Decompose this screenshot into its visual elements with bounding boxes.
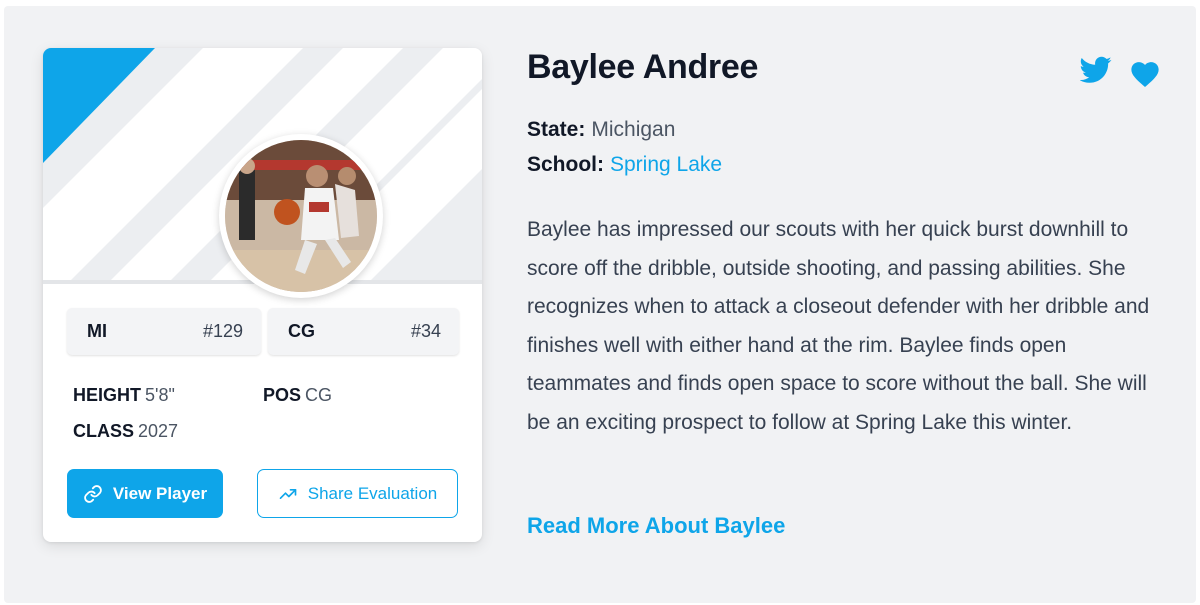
view-player-button[interactable]: View Player: [67, 469, 223, 518]
view-player-label: View Player: [112, 483, 208, 503]
state-ranking: MI #129: [67, 308, 261, 355]
player-avatar: [219, 134, 383, 298]
position-ranking: CG #34: [268, 308, 459, 355]
state-line: State: Michigan: [527, 118, 675, 142]
school-line: School: Spring Lake: [527, 153, 722, 177]
state-ranking-label: MI: [87, 321, 107, 341]
player-name: Baylee Andree: [527, 48, 759, 86]
state-ranking-value: #129: [202, 321, 243, 341]
class-label: CLASS: [73, 421, 135, 441]
pos-label: POS: [263, 385, 302, 405]
class-attribute: CLASS 2027: [73, 421, 178, 442]
trending-up-icon: [278, 484, 298, 504]
school-link[interactable]: Spring Lake: [610, 153, 722, 176]
height-value: 5'8": [145, 385, 175, 405]
pos-attribute: POS CG: [263, 385, 332, 406]
twitter-icon[interactable]: [1079, 56, 1112, 89]
player-card: MI #129 CG #34 HEIGHT 5'8" POS CG CLASS 202…: [43, 48, 482, 542]
player-photo: [225, 140, 377, 292]
share-evaluation-button[interactable]: Share Evaluation: [257, 469, 458, 518]
share-evaluation-label: Share Evaluation: [307, 483, 438, 503]
read-more-link[interactable]: Read More About Baylee: [527, 513, 785, 539]
pos-value: CG: [305, 385, 333, 405]
heart-icon[interactable]: [1128, 58, 1162, 93]
player-bio: Baylee has impressed our scouts with her…: [527, 218, 1150, 434]
state-value: Michigan: [591, 118, 676, 141]
school-label: School:: [527, 153, 604, 176]
height-label: HEIGHT: [73, 385, 142, 405]
position-ranking-value: #34: [410, 321, 441, 341]
state-label: State:: [527, 118, 586, 141]
position-ranking-label: CG: [288, 321, 315, 341]
link-icon: [83, 484, 103, 504]
player-panel: MI #129 CG #34 HEIGHT 5'8" POS CG CLASS 202…: [4, 6, 1196, 603]
class-value: 2027: [138, 421, 179, 441]
height-attribute: HEIGHT 5'8": [73, 385, 175, 406]
